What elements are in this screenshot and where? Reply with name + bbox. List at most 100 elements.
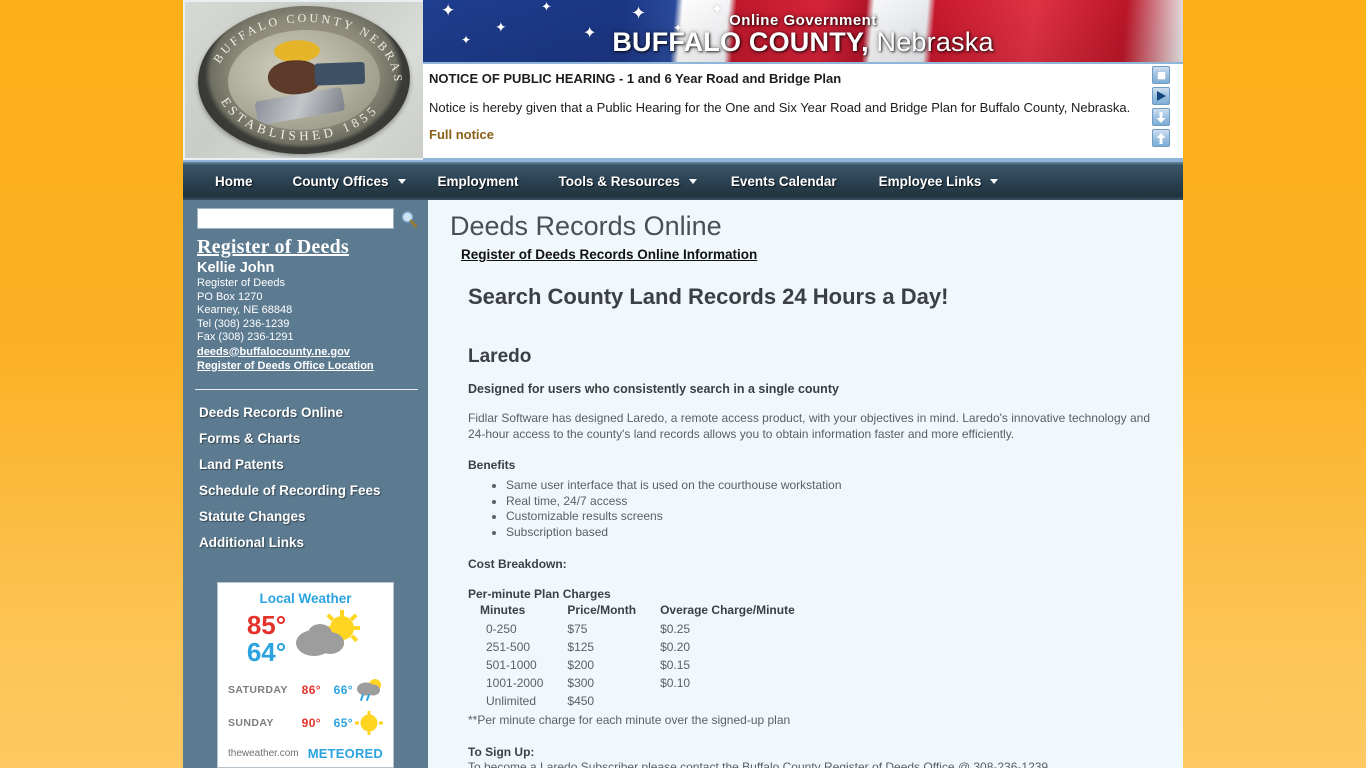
weather-day-label: SATURDAY [228, 683, 288, 696]
column-header-overage: Overage Charge/Minute [660, 603, 795, 617]
laredo-description: Fidlar Software has designed Laredo, a r… [468, 411, 1151, 441]
sidebar-item-deeds-records-online[interactable]: Deeds Records Online [183, 400, 428, 426]
search-icon[interactable] [400, 210, 418, 228]
cell-price: $450 [567, 694, 595, 708]
pricing-footnote: **Per minute charge for each minute over… [468, 713, 791, 727]
nav-label: Tools & Resources [558, 173, 680, 189]
sidebar-item-additional-links[interactable]: Additional Links [183, 530, 428, 556]
cell-price: $125 [567, 640, 595, 654]
notice-title: NOTICE OF PUBLIC HEARING - 1 and 6 Year … [429, 71, 842, 86]
list-item: Same user interface that is used on the … [506, 478, 1167, 493]
signup-text: To become a Laredo Subscriber please con… [468, 760, 1052, 768]
sidebar: Register of Deeds Kellie John Register o… [183, 200, 428, 768]
office-phone: Tel (308) 236-1239 [197, 317, 290, 330]
nav-label: Home [215, 173, 253, 189]
weather-widget[interactable]: Local Weather 85° 64° SATURDAY 86° 66° S… [217, 581, 394, 768]
cell-minutes: 0-250 [486, 622, 517, 636]
per-minute-plan-heading: Per-minute Plan Charges [468, 587, 611, 601]
weather-source[interactable]: theweather.com [228, 748, 299, 759]
nav-item-events-calendar[interactable]: Events Calendar [731, 161, 879, 201]
signup-label: To Sign Up: [468, 745, 535, 759]
page-title: Deeds Records Online [450, 211, 722, 241]
notice-controls [1141, 66, 1181, 147]
partly-cloudy-icon [290, 609, 364, 669]
sidebar-menu: Deeds Records Online Forms & Charts Land… [183, 390, 428, 556]
pricing-table: Minutes Price/Month Overage Charge/Minut… [480, 603, 819, 710]
table-header-row: Minutes Price/Month Overage Charge/Minut… [480, 603, 819, 620]
seal-train-graphic [314, 61, 365, 86]
office-title-link[interactable]: Register of Deeds [197, 235, 418, 259]
county-seal-photo: BUFFALO COUNTY NEBRASKA ESTABLISHED 1855 [185, 2, 423, 158]
sidebar-divider [195, 388, 418, 390]
sidebar-item-schedule-of-recording-fees[interactable]: Schedule of Recording Fees [183, 478, 428, 504]
flag-banner: ✦ ✦ ✦ ✦ ✦ ✦ ✦ ✦ ✦ Online Government BUFF… [423, 0, 1183, 62]
records-online-information-link[interactable]: Register of Deeds Records Online Informa… [461, 247, 757, 262]
main-content: Deeds Records Online Register of Deeds R… [428, 200, 1183, 768]
site-search [183, 208, 428, 229]
weather-day-label: SUNDAY [228, 716, 274, 729]
weather-current-temps: 85° 64° [247, 612, 286, 666]
cell-overage [660, 692, 819, 710]
cell-overage: $0.10 [660, 676, 691, 690]
weather-current-low: 64° [246, 637, 287, 667]
cell-overage: $0.20 [660, 640, 691, 654]
banner-title: BUFFALO COUNTY, Nebraska [423, 27, 1183, 58]
officer-role: Register of Deeds [197, 277, 286, 289]
weather-day-low: 65° [333, 715, 353, 730]
list-item: Customizable results screens [506, 509, 1167, 524]
play-icon [1156, 91, 1166, 101]
list-item: Subscription based [506, 525, 1167, 540]
main-navigation: Home County Offices Employment Tools & R… [183, 160, 1183, 200]
nav-item-employee-links[interactable]: Employee Links [879, 161, 999, 201]
sidebar-item-statute-changes[interactable]: Statute Changes [183, 504, 428, 530]
office-address-line-2: Kearney, NE 68848 [197, 304, 293, 316]
nav-item-tools-resources[interactable]: Tools & Resources [559, 161, 731, 201]
rain-showers-icon [353, 678, 383, 702]
banner-text: Online Government BUFFALO COUNTY, Nebras… [423, 0, 1183, 58]
table-row: 1001-2000 $300 $0.10 [480, 674, 819, 692]
benefits-list: Same user interface that is used on the … [450, 478, 1167, 539]
site-container: BUFFALO COUNTY NEBRASKA ESTABLISHED 1855… [183, 0, 1183, 768]
notice-scroll-down-button[interactable] [1152, 108, 1170, 126]
column-header-minutes: Minutes [480, 603, 526, 617]
cost-breakdown-heading: Cost Breakdown: [468, 557, 567, 571]
weather-current-high: 85° [246, 610, 287, 640]
cell-price: $75 [567, 622, 588, 636]
chevron-down-icon [688, 178, 697, 184]
chevron-down-icon [397, 178, 406, 184]
public-notice-panel: NOTICE OF PUBLIC HEARING - 1 and 6 Year … [423, 62, 1183, 160]
nav-item-county-offices[interactable]: County Offices [293, 161, 438, 201]
cell-minutes: 251-500 [486, 640, 531, 654]
sidebar-item-forms-charts[interactable]: Forms & Charts [183, 426, 428, 452]
office-address-line-1: PO Box 1270 [197, 290, 263, 303]
sunny-icon [353, 710, 383, 735]
notice-stop-button[interactable] [1152, 66, 1170, 84]
weather-forecast-row: SATURDAY 86° 66° [228, 678, 383, 702]
table-row: 251-500 $125 $0.20 [480, 638, 819, 656]
notice-scroll-up-button[interactable] [1152, 129, 1170, 147]
hero-heading: Search County Land Records 24 Hours a Da… [468, 284, 949, 309]
nav-item-employment[interactable]: Employment [438, 161, 559, 201]
site-header: BUFFALO COUNTY NEBRASKA ESTABLISHED 1855… [183, 0, 1183, 160]
seal-inner-medallion [226, 27, 382, 133]
benefits-label: Benefits [468, 458, 516, 472]
cell-minutes: 1001-2000 [486, 676, 544, 690]
office-email-link[interactable]: deeds@buffalocounty.ne.gov [197, 345, 418, 359]
sidebar-item-land-patents[interactable]: Land Patents [183, 452, 428, 478]
nav-label: County Offices [292, 173, 389, 189]
search-input[interactable] [197, 208, 394, 229]
officer-name: Kellie John [197, 260, 275, 276]
nav-item-home[interactable]: Home [183, 161, 293, 201]
full-notice-link[interactable]: Full notice [429, 127, 494, 142]
cell-overage: $0.15 [660, 658, 691, 672]
chevron-down-icon [990, 178, 999, 184]
weather-footer: theweather.com METEORED [228, 746, 383, 761]
column-header-price-month: Price/Month [567, 603, 637, 617]
nav-label: Employment [437, 173, 519, 189]
weather-current: 85° 64° [228, 609, 383, 669]
cell-price: $200 [567, 658, 595, 672]
office-fax: Fax (308) 236-1291 [197, 331, 294, 343]
notice-play-button[interactable] [1152, 87, 1170, 105]
cell-minutes: Unlimited [486, 694, 537, 708]
office-location-link[interactable]: Register of Deeds Office Location [197, 359, 418, 373]
